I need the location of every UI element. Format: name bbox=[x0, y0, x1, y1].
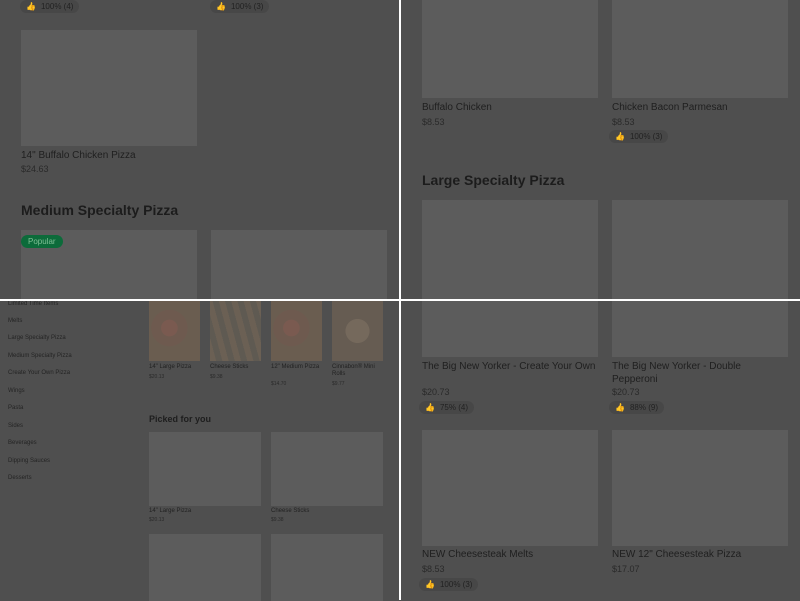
item-price: $8.53 bbox=[422, 564, 445, 574]
item-price: $20.73 bbox=[422, 387, 450, 397]
sidebar-item-medium-specialty-pizza[interactable]: Medium Specialty Pizza bbox=[8, 353, 72, 359]
rating-pill: 👍 75% (4) bbox=[419, 401, 474, 414]
rating-pill: 👍 100% (3) bbox=[609, 130, 669, 143]
thumbs-up-icon: 👍 bbox=[615, 403, 625, 412]
sidebar-item-pasta[interactable]: Pasta bbox=[8, 405, 23, 411]
section-title: Medium Specialty Pizza bbox=[21, 202, 179, 218]
item-image[interactable] bbox=[612, 0, 788, 98]
item-price: $8.53 bbox=[422, 117, 445, 127]
rating-pill: 👍 100% (3) bbox=[419, 578, 479, 591]
item-image[interactable] bbox=[612, 301, 788, 357]
thumbs-up-icon: 👍 bbox=[216, 2, 226, 11]
thumbs-up-icon: 👍 bbox=[425, 580, 435, 589]
item-price: $20.73 bbox=[612, 387, 640, 397]
item-name[interactable]: Cinnabon® Mini Rolls bbox=[332, 364, 383, 378]
item-image[interactable] bbox=[149, 432, 261, 506]
rating-pill: 👍 100% (3) bbox=[210, 0, 270, 13]
sidebar-item-sides[interactable]: Sides bbox=[8, 423, 23, 429]
item-image[interactable] bbox=[271, 534, 383, 601]
sidebar-item-dipping-sauces[interactable]: Dipping Sauces bbox=[8, 458, 50, 464]
sidebar-item-desserts[interactable]: Desserts bbox=[8, 475, 32, 481]
section-title: Large Specialty Pizza bbox=[422, 172, 565, 188]
item-image[interactable] bbox=[422, 200, 598, 300]
rating-text: 100% (3) bbox=[439, 580, 473, 589]
item-price: $14.70 bbox=[271, 381, 287, 387]
rating-pill: 👍 88% (9) bbox=[609, 401, 664, 414]
sidebar-item-melts[interactable]: Melts bbox=[8, 318, 22, 324]
rating-text: 75% (4) bbox=[439, 403, 468, 412]
item-price: $17.07 bbox=[612, 564, 640, 574]
item-image[interactable] bbox=[149, 534, 261, 601]
rating-text: 100% (3) bbox=[230, 2, 264, 11]
item-price: $8.53 bbox=[612, 117, 635, 127]
rating-text: 100% (4) bbox=[40, 2, 74, 11]
item-name[interactable]: Buffalo Chicken bbox=[422, 102, 492, 113]
item-price: $9.77 bbox=[332, 381, 345, 387]
item-price: $20.13 bbox=[149, 517, 165, 523]
item-name[interactable]: 12" Medium Pizza bbox=[271, 364, 322, 371]
item-name[interactable]: Cheese Sticks bbox=[271, 508, 309, 515]
section-title: Picked for you bbox=[149, 414, 212, 424]
item-name[interactable]: NEW Cheesesteak Melts bbox=[422, 549, 533, 560]
item-name[interactable]: Chicken Bacon Parmesan bbox=[612, 102, 728, 113]
quadrant-bottom-left: Limited Time Items Melts Large Specialty… bbox=[0, 301, 400, 601]
item-image[interactable] bbox=[422, 301, 598, 357]
sidebar-item-large-specialty-pizza[interactable]: Large Specialty Pizza bbox=[8, 335, 66, 341]
item-name[interactable]: 14" Large Pizza bbox=[149, 508, 191, 515]
popular-badge: Popular bbox=[21, 235, 63, 248]
item-price: $20.13 bbox=[149, 374, 165, 380]
item-image[interactable] bbox=[21, 30, 197, 146]
quadrant-divider-horizontal bbox=[0, 299, 800, 301]
item-image[interactable] bbox=[422, 430, 598, 546]
item-image[interactable] bbox=[210, 301, 261, 361]
rating-text: 88% (9) bbox=[629, 403, 658, 412]
sidebar-item-beverages[interactable]: Beverages bbox=[8, 440, 37, 446]
thumbs-up-icon: 👍 bbox=[26, 2, 36, 11]
quadrant-top-left: 👍 100% (4) 👍 100% (3) 14" Buffalo Chicke… bbox=[0, 0, 400, 300]
item-image[interactable] bbox=[211, 230, 387, 300]
item-image[interactable] bbox=[422, 0, 598, 98]
sidebar-item-create-your-own-pizza[interactable]: Create Your Own Pizza bbox=[8, 370, 70, 376]
item-name[interactable]: NEW 12" Cheesesteak Pizza bbox=[612, 549, 741, 560]
item-name[interactable]: The Big New Yorker - Double Pepperoni bbox=[612, 360, 788, 386]
thumbs-up-icon: 👍 bbox=[425, 403, 435, 412]
item-image[interactable] bbox=[332, 301, 383, 361]
item-image[interactable] bbox=[612, 430, 788, 546]
item-name[interactable]: The Big New Yorker - Create Your Own bbox=[422, 360, 598, 373]
item-price: $9.38 bbox=[271, 517, 284, 523]
item-name[interactable]: 14" Buffalo Chicken Pizza bbox=[21, 150, 136, 161]
item-name[interactable]: 14" Large Pizza bbox=[149, 364, 200, 371]
rating-text: 100% (3) bbox=[629, 132, 663, 141]
sidebar-item-limited-time-items[interactable]: Limited Time Items bbox=[8, 301, 58, 307]
sidebar-item-wings[interactable]: Wings bbox=[8, 388, 25, 394]
item-image[interactable] bbox=[271, 432, 383, 506]
item-image[interactable] bbox=[612, 200, 788, 300]
quadrant-top-right: Buffalo Chicken $8.53 Chicken Bacon Parm… bbox=[401, 0, 800, 300]
item-image[interactable] bbox=[149, 301, 200, 361]
item-image[interactable] bbox=[271, 301, 322, 361]
quadrant-bottom-right: The Big New Yorker - Create Your Own $20… bbox=[401, 301, 800, 601]
rating-pill: 👍 100% (4) bbox=[20, 0, 80, 13]
thumbs-up-icon: 👍 bbox=[615, 132, 625, 141]
item-price: $9.38 bbox=[210, 374, 223, 380]
item-price: $24.63 bbox=[21, 164, 49, 174]
item-name[interactable]: Cheese Sticks bbox=[210, 364, 261, 371]
